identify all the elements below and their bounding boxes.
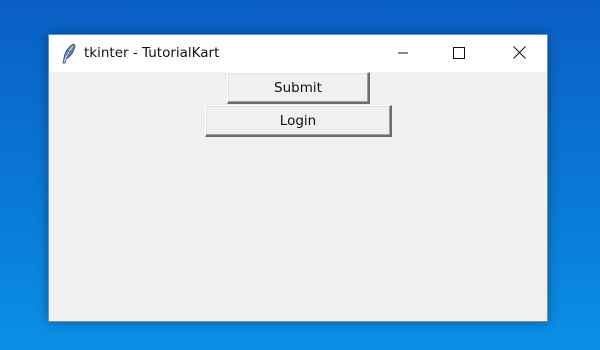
minimize-button[interactable] [375,35,431,72]
maximize-button[interactable] [431,35,487,72]
login-button[interactable]: Login [205,105,392,137]
submit-button[interactable]: Submit [227,72,370,104]
minimize-icon [397,44,409,63]
app-window: tkinter - TutorialKart Submit Login [48,34,548,322]
maximize-icon [453,44,465,63]
feather-icon [60,43,78,65]
window-content: Submit Login [49,72,547,321]
desktop-background: tkinter - TutorialKart Submit Login [0,0,600,350]
title-bar[interactable]: tkinter - TutorialKart [49,35,547,72]
close-icon [512,44,526,63]
window-title: tkinter - TutorialKart [84,45,220,61]
close-button[interactable] [491,35,547,72]
